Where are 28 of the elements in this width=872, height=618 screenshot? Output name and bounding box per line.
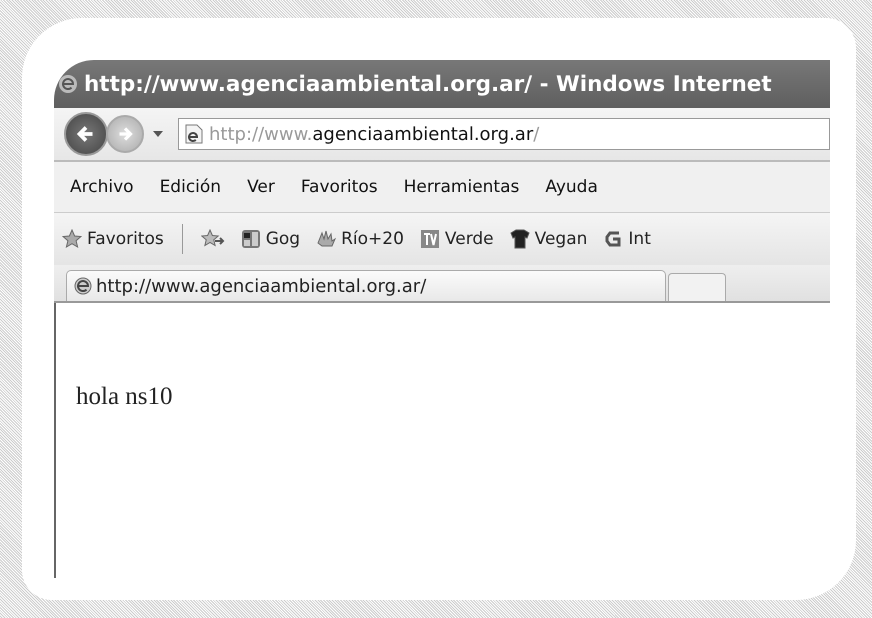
menu-item[interactable]: Herramientas [404, 177, 520, 197]
blocks-icon [240, 229, 261, 249]
browser-tab[interactable]: http://www.agenciaambiental.org.ar/ [66, 270, 666, 301]
favorite-link[interactable]: Int [603, 229, 651, 249]
favorites-button[interactable]: Favoritos [62, 229, 164, 249]
menu-item[interactable]: Archivo [70, 177, 134, 197]
browser-logo-icon [73, 276, 93, 296]
browser-logo-icon [58, 74, 78, 94]
star-icon [62, 229, 82, 249]
address-field[interactable]: http://www.agenciaambiental.org.ar/ [178, 118, 830, 150]
shirt-icon [510, 229, 530, 249]
g-logo-icon [603, 229, 624, 249]
menu-item[interactable]: Edición [160, 177, 222, 197]
favorite-link[interactable]: Gog [240, 229, 300, 249]
menu-item[interactable]: Ayuda [545, 177, 598, 197]
back-button[interactable] [64, 112, 108, 156]
menu-item[interactable]: Favoritos [300, 177, 378, 197]
hand-icon [316, 229, 336, 249]
favorite-link[interactable]: Verde [420, 229, 494, 249]
favorite-link[interactable]: Vegan [510, 229, 588, 249]
favorite-link[interactable]: Río+20 [316, 229, 404, 249]
page-icon [185, 124, 203, 144]
window-title: http://www.agenciaambiental.org.ar/ - Windows Internet [84, 72, 772, 96]
tv-logo-icon [420, 229, 440, 249]
menu-item[interactable]: Ver [247, 177, 275, 197]
add-favorite-icon[interactable] [200, 229, 225, 249]
page-text: hola ns10 [76, 383, 174, 411]
caret-icon[interactable] [152, 130, 164, 138]
